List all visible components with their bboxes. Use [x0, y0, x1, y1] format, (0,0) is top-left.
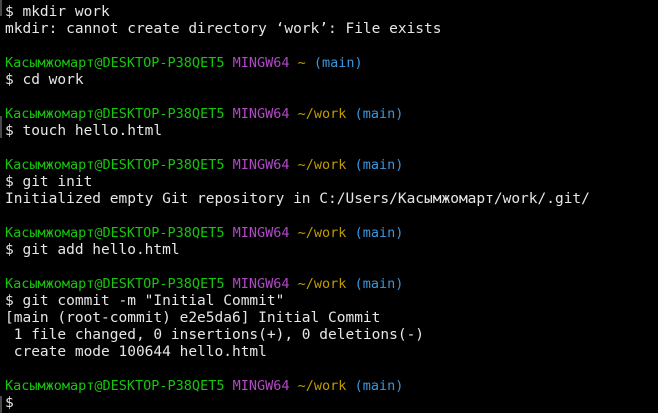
prompt-path: ~/work [297, 276, 347, 292]
prompt-line: Касымжомарт@DESKTOP-P38QET5 MINGW64 ~/wo… [5, 378, 658, 395]
command-line: $ mkdir work [5, 4, 658, 21]
command-text: $ git init [5, 174, 93, 190]
command-text: $ touch hello.html [5, 123, 163, 139]
prompt-branch: (main) [354, 225, 404, 241]
prompt-branch: (main) [354, 378, 404, 394]
command-text: $ git add hello.html [5, 242, 180, 258]
output-line: create mode 100644 hello.html [5, 344, 658, 361]
prompt-line: Касымжомарт@DESKTOP-P38QET5 MINGW64 ~/wo… [5, 157, 658, 174]
prompt-system: MINGW64 [232, 378, 290, 394]
prompt-system: MINGW64 [232, 157, 290, 173]
prompt-branch: (main) [313, 55, 363, 71]
output-line: 1 file changed, 0 insertions(+), 0 delet… [5, 327, 658, 344]
prompt-branch: (main) [354, 106, 404, 122]
output-text: mkdir: cannot create directory ‘work’: F… [5, 21, 442, 37]
prompt-path: ~/work [297, 106, 347, 122]
prompt-system: MINGW64 [232, 55, 290, 71]
scroll-marker [0, 0, 2, 16]
command-text: $ mkdir work [5, 4, 110, 20]
command-text: $ git commit -m "Initial Commit" [5, 293, 285, 309]
prompt-line: Касымжомарт@DESKTOP-P38QET5 MINGW64 ~/wo… [5, 225, 658, 242]
prompt-line: Касымжомарт@DESKTOP-P38QET5 MINGW64 ~ (m… [5, 55, 658, 72]
output-line: Initialized empty Git repository in C:/U… [5, 191, 658, 208]
prompt-user: Касымжомарт@DESKTOP-P38QET5 [5, 106, 225, 122]
output-text: 1 file changed, 0 insertions(+), 0 delet… [5, 327, 425, 343]
output-text: Initialized empty Git repository in C:/U… [5, 191, 590, 207]
prompt-path: ~/work [297, 157, 347, 173]
output-text: [main (root-commit) e2e5da6] Initial Com… [5, 310, 381, 326]
prompt-branch: (main) [354, 276, 404, 292]
prompt-user: Касымжомарт@DESKTOP-P38QET5 [5, 276, 225, 292]
command-line: $ git init [5, 174, 658, 191]
prompt-system: MINGW64 [232, 276, 290, 292]
prompt-path: ~ [297, 55, 306, 71]
prompt-user: Касымжомарт@DESKTOP-P38QET5 [5, 378, 225, 394]
prompt-path: ~/work [297, 378, 347, 394]
prompt-user: Касымжомарт@DESKTOP-P38QET5 [5, 55, 225, 71]
command-line: $ git add hello.html [5, 242, 658, 259]
prompt-system: MINGW64 [232, 106, 290, 122]
terminal-window[interactable]: $ mkdir work mkdir: cannot create directo… [0, 0, 658, 413]
scroll-marker [0, 116, 2, 138]
output-line: mkdir: cannot create directory ‘work’: F… [5, 21, 658, 38]
prompt-path: ~/work [297, 225, 347, 241]
output-text: create mode 100644 hello.html [5, 344, 267, 360]
command-line: $ touch hello.html [5, 123, 658, 140]
command-line: $ [5, 395, 658, 412]
terminal-output: $ mkdir work mkdir: cannot create directo… [5, 4, 658, 412]
prompt-user: Касымжомарт@DESKTOP-P38QET5 [5, 157, 225, 173]
scroll-marker [0, 396, 2, 413]
prompt-system: MINGW64 [232, 225, 290, 241]
prompt-branch: (main) [354, 157, 404, 173]
command-line: $ git commit -m "Initial Commit" [5, 293, 658, 310]
command-line: $ cd work [5, 72, 658, 89]
text-cursor [22, 395, 24, 410]
output-line: [main (root-commit) e2e5da6] Initial Com… [5, 310, 658, 327]
command-text: $ [5, 395, 23, 411]
prompt-line: Касымжомарт@DESKTOP-P38QET5 MINGW64 ~/wo… [5, 276, 658, 293]
command-text: $ cd work [5, 72, 84, 88]
prompt-line: Касымжомарт@DESKTOP-P38QET5 MINGW64 ~/wo… [5, 106, 658, 123]
prompt-user: Касымжомарт@DESKTOP-P38QET5 [5, 225, 225, 241]
